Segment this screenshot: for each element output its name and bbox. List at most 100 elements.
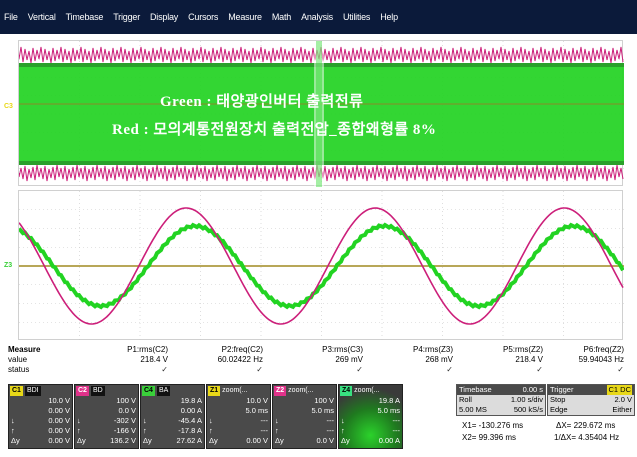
cursor-up-icon: ↑ (77, 426, 81, 435)
delta-y-label: Δy (143, 436, 152, 445)
menu-file[interactable]: File (4, 12, 18, 22)
cursor-down-icon: ↓ (11, 416, 15, 425)
timebase-descriptor[interactable]: Timebase 0.00 s Roll 1.00 s/div 5.00 MS … (456, 384, 546, 416)
cursor1-value: --- (260, 416, 269, 425)
menu-trigger[interactable]: Trigger (113, 12, 140, 22)
measure-param-name[interactable]: P2:freq(C2) (183, 345, 263, 354)
zoom-timebase: 5.0 ms (245, 406, 268, 415)
cursor-inverse-delta-x: 1/ΔX= 4.35404 Hz (554, 433, 620, 442)
delta-y-label: Δy (77, 436, 86, 445)
menu-utilities[interactable]: Utilities (343, 12, 370, 22)
zoom-grid[interactable] (18, 190, 624, 341)
c3-marker: C3 (4, 103, 13, 110)
menu-math[interactable]: Math (272, 12, 291, 22)
cursor2-value: 0.00 V (48, 426, 70, 435)
zoom-z2-descriptor[interactable]: Z2 zoom(... 100 V 5.0 ms ↓ --- ↑ --- Δy 0.0 … (272, 384, 337, 449)
menu-cursors[interactable]: Cursors (188, 12, 218, 22)
zoom-tag: Z1 (208, 385, 221, 396)
channel-coupling: BDI (24, 385, 41, 396)
channel-scale: 100 V (116, 396, 136, 405)
acquisition-grid[interactable] (18, 40, 624, 187)
measure-param-name[interactable]: P5:rms(Z2) (463, 345, 543, 354)
measure-value-label: value (8, 355, 28, 364)
cursor-delta-x: ΔX= 229.672 ms (556, 421, 616, 430)
timebase-trigger-panel[interactable]: Timebase 0.00 s Roll 1.00 s/div 5.00 MS … (456, 384, 635, 416)
timebase-rate: 1.00 s/div (510, 395, 543, 404)
cursor-up-icon: ↑ (275, 426, 279, 435)
channel-tag: C1 (10, 385, 23, 396)
trigger-mode: Stop (550, 395, 566, 404)
measure-param-name[interactable]: P3:rms(C3) (283, 345, 363, 354)
trigger-descriptor[interactable]: Trigger C1 DC Stop 2.0 V Edge Either (547, 384, 635, 416)
delta-y-label: Δy (209, 436, 218, 445)
measure-title: Measure (8, 345, 41, 354)
cursor1-value: --- (326, 416, 335, 425)
cursor1-value: --- (392, 416, 401, 425)
measure-status-check: ✓ (256, 365, 263, 374)
zoom-z4-descriptor[interactable]: Z4 zoom(... 19.8 A 5.0 ms ↓ --- ↑ --- Δy 0.0… (338, 384, 403, 449)
channel-tag: C2 (76, 385, 89, 396)
menu-timebase[interactable]: Timebase (66, 12, 104, 22)
cursor-down-icon: ↓ (77, 416, 81, 425)
delta-y-value: 0.00 V (48, 436, 70, 445)
cursor-up-icon: ↑ (209, 426, 213, 435)
menu-measure[interactable]: Measure (228, 12, 262, 22)
measure-value: 60.02422 Hz (217, 355, 263, 364)
measure-value: 59.94043 Hz (578, 355, 624, 364)
measure-param-name[interactable]: P1:rms(C2) (88, 345, 168, 354)
timebase-offset: 0.00 s (522, 385, 543, 394)
measure-value: 218.4 V (140, 355, 168, 364)
cursor-up-icon: ↑ (143, 426, 147, 435)
cursor-up-icon: ↑ (11, 426, 15, 435)
zoom-tag: Z4 (340, 385, 353, 396)
zoom-z1-descriptor[interactable]: Z1 zoom(... 10.0 V 5.0 ms ↓ --- ↑ --- Δy 0.0… (206, 384, 271, 449)
menu-vertical[interactable]: Vertical (28, 12, 56, 22)
measure-status-check: ✓ (446, 365, 453, 374)
zoom-title: zoom(... (354, 387, 380, 394)
menu-display[interactable]: Display (150, 12, 178, 22)
menu-analysis[interactable]: Analysis (301, 12, 333, 22)
cursor-down-icon: ↓ (143, 416, 147, 425)
zoom-title: zoom(... (288, 387, 314, 394)
timebase-label: Timebase (459, 385, 492, 394)
channel-tag: C4 (142, 385, 155, 396)
timebase-mode: Roll (459, 395, 472, 404)
cursor2-value: --- (326, 426, 335, 435)
zoom-region (316, 41, 322, 187)
measure-param-name[interactable]: P6:freq(Z2) (544, 345, 624, 354)
cursor-up-icon: ↑ (341, 426, 345, 435)
cursor-down-icon: ↓ (209, 416, 213, 425)
cursor-down-icon: ↓ (275, 416, 279, 425)
cursor2-value: --- (260, 426, 269, 435)
channel-offset: 0.0 V (118, 406, 136, 415)
cursor2-value: -17.8 A (178, 426, 202, 435)
cursor-x1: X1= -130.276 ms (462, 421, 524, 430)
measure-param-name[interactable]: P4:rms(Z3) (373, 345, 453, 354)
measure-value: 269 mV (335, 355, 363, 364)
cursor-readout: X1= -130.276 ms ΔX= 229.672 ms X2= 99.39… (456, 419, 635, 449)
zoom-scale: 100 V (314, 396, 334, 405)
measure-status-check: ✓ (536, 365, 543, 374)
zoom-waveform-plot (19, 191, 624, 341)
channel-c2-descriptor[interactable]: C2 BD 100 V 0.0 V ↓ -302 V ↑ -166 V Δy 136.2… (74, 384, 139, 449)
delta-y-value: 0.00 V (246, 436, 268, 445)
delta-y-label: Δy (275, 436, 284, 445)
channel-scale: 10.0 V (48, 396, 70, 405)
channel-c1-descriptor[interactable]: C1 BDI 10.0 V 0.00 V ↓ 0.00 V ↑ 0.00 V Δy 0.… (8, 384, 73, 449)
timebase-sample-rate: 500 kS/s (513, 405, 543, 414)
delta-y-value: 27.62 A (176, 436, 202, 445)
menu-help[interactable]: Help (380, 12, 398, 22)
cursor2-value: --- (392, 426, 401, 435)
channel-offset: 0.00 A (180, 406, 202, 415)
channel-scale: 19.8 A (180, 396, 202, 405)
channel-c4-descriptor[interactable]: C4 BA 19.8 A 0.00 A ↓ -45.4 A ↑ -17.8 A Δy 2… (140, 384, 205, 449)
cursor-x2: X2= 99.396 ms (462, 433, 517, 442)
measure-status-check: ✓ (356, 365, 363, 374)
annotation-red: Red : 모의계통전원장치 출력전압_종합왜형률 8% (112, 122, 437, 138)
measure-status-check: ✓ (161, 365, 168, 374)
oscilloscope-window: File Vertical Timebase Trigger Display C… (0, 0, 637, 457)
acquisition-waveform-plot (19, 41, 624, 187)
delta-y-label: Δy (341, 436, 350, 445)
zoom-tag: Z2 (274, 385, 287, 396)
timebase-samples: 5.00 MS (459, 405, 487, 414)
